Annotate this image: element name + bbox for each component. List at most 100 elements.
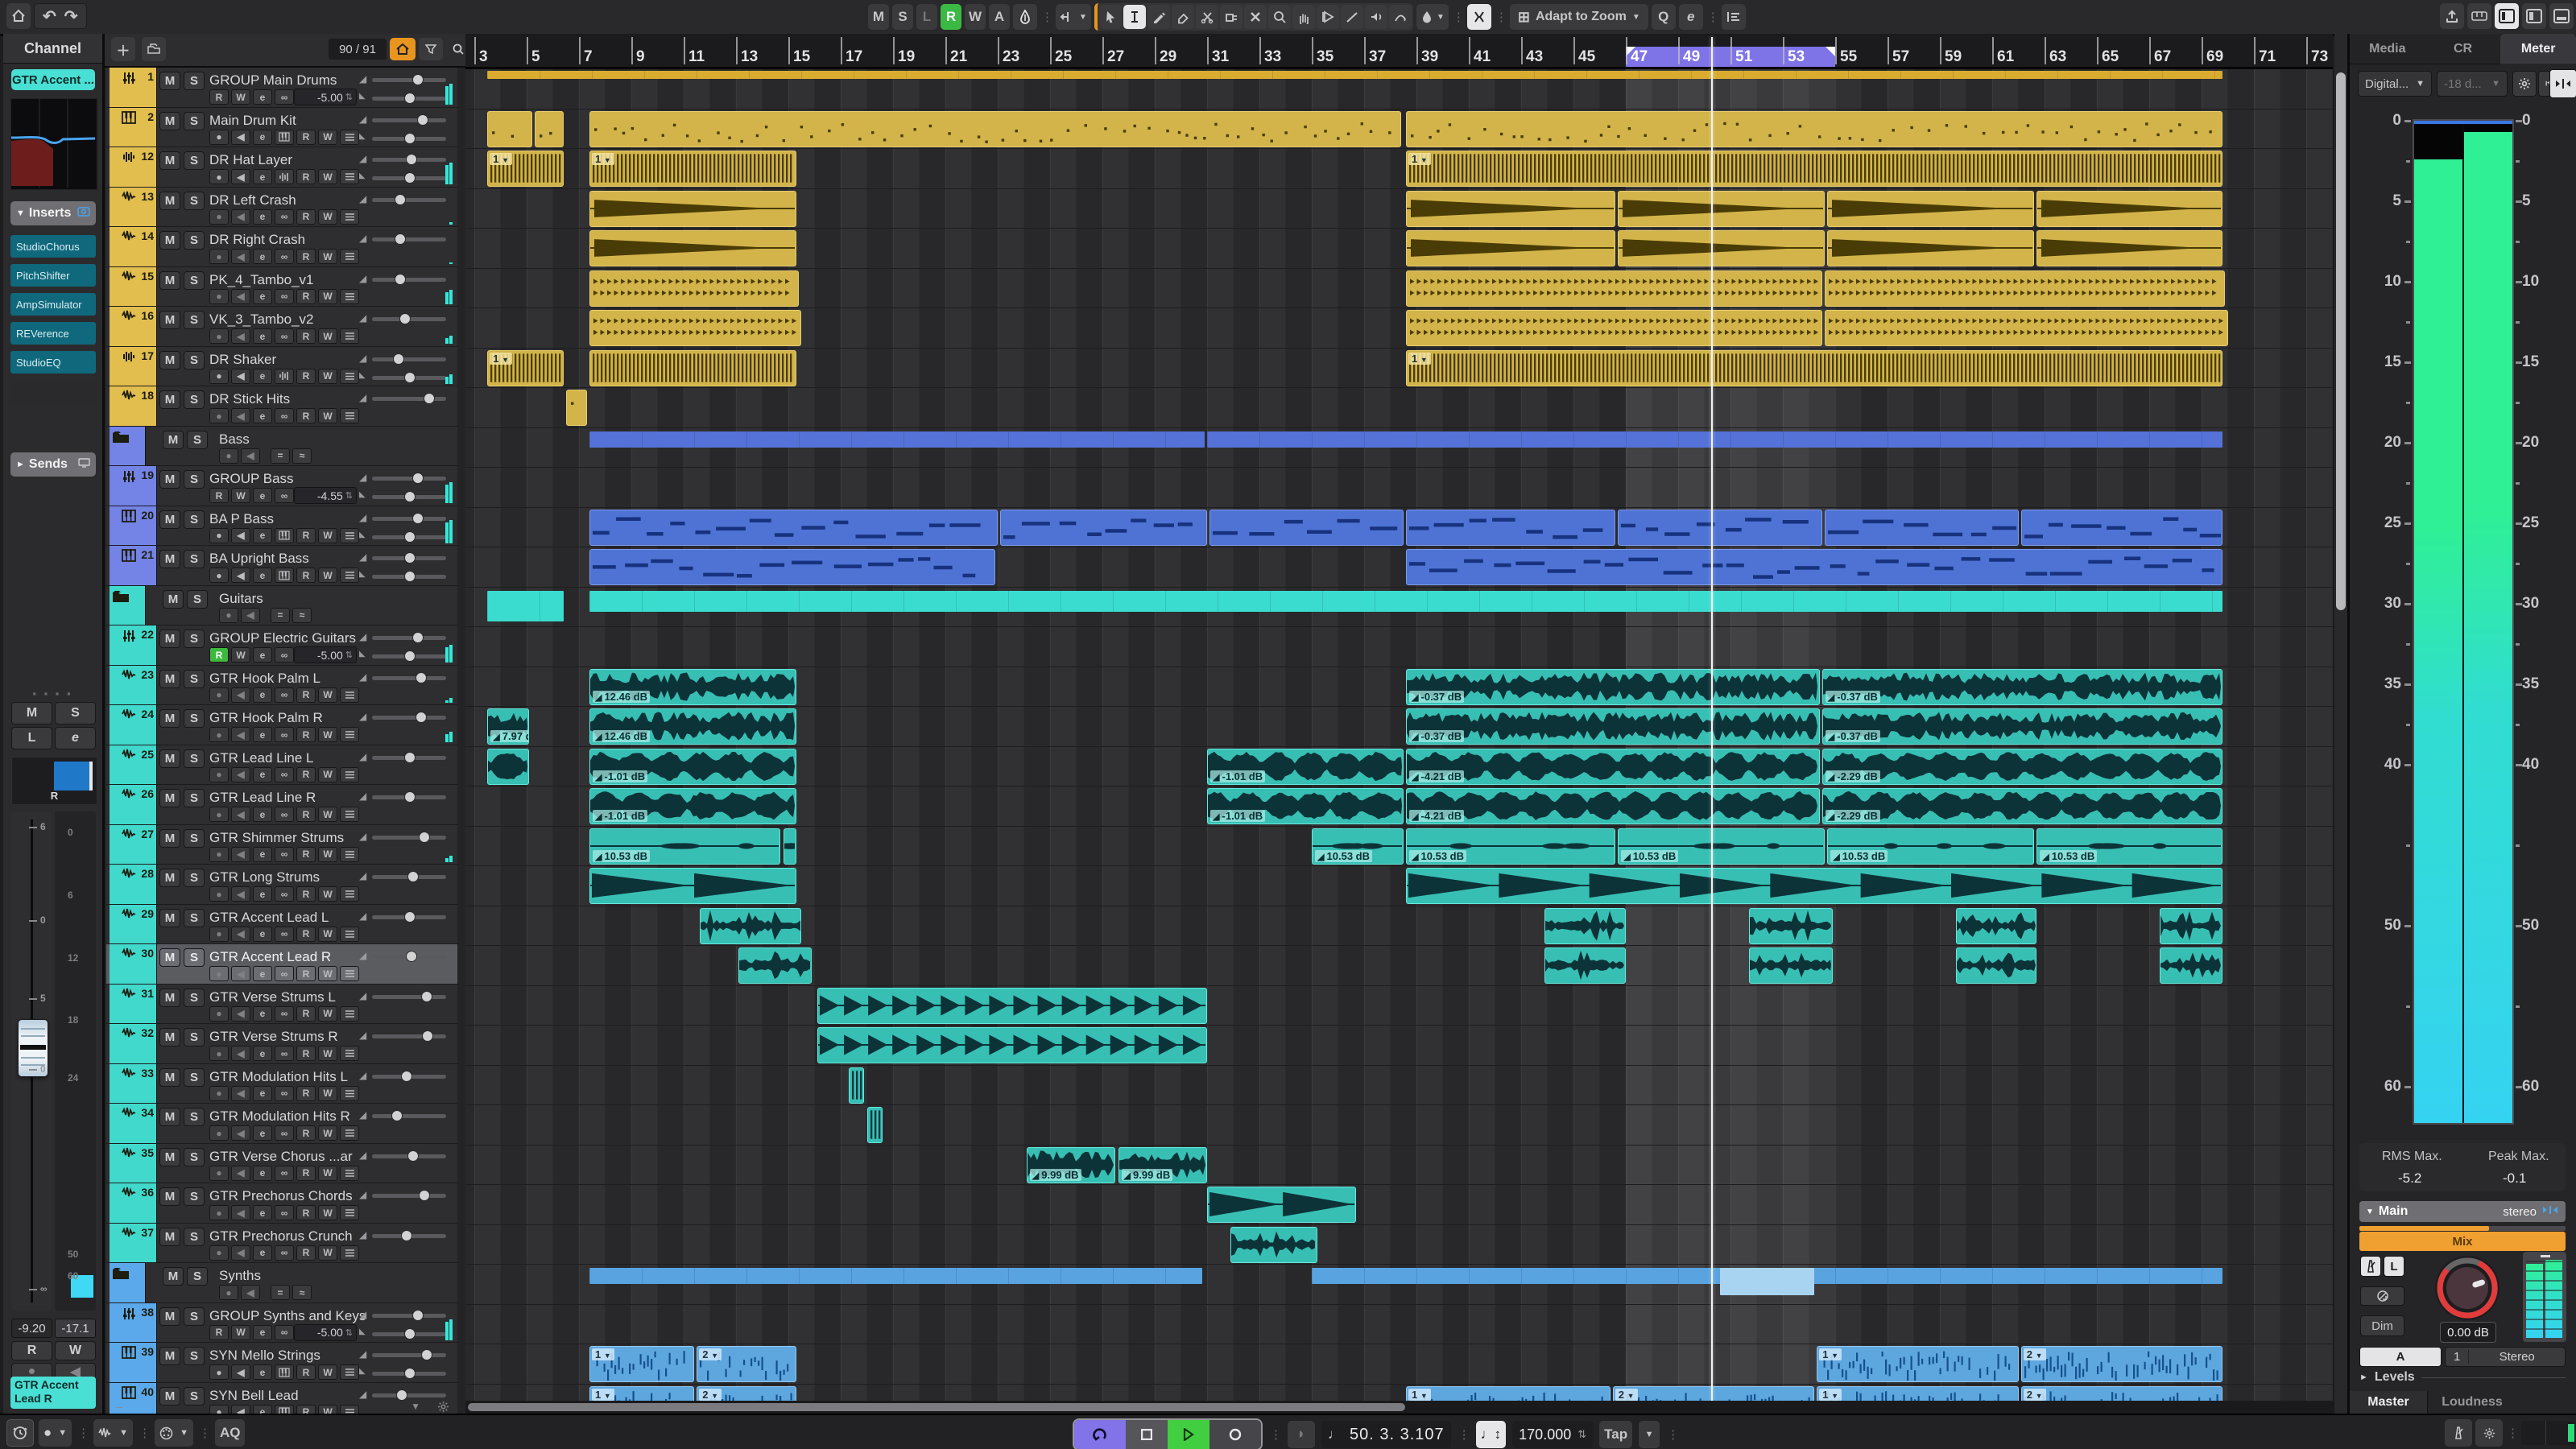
summary-part[interactable] [589,431,1205,448]
monitor-source-mix-button[interactable]: Mix [2359,1232,2566,1251]
track-row-folder-synths[interactable]: MSSynths●◀︎=≈ [106,1263,457,1303]
read-automation-button[interactable]: R [11,1341,52,1360]
output-gain-value[interactable]: -5.00⇅ [294,646,357,663]
write-automation-button[interactable]: W [318,328,337,344]
write-automation-button[interactable]: W [318,528,337,543]
record-button[interactable] [1209,1420,1261,1449]
lanes-button[interactable] [340,886,359,902]
left-zone-toggle[interactable] [2495,3,2519,29]
monitor-button[interactable]: ◀︎ [231,687,250,703]
summary-part[interactable] [487,71,2222,79]
audio-event[interactable]: 10.53 dB [1618,828,1825,865]
edit-channel-button[interactable]: e [253,1046,272,1061]
volume-slider[interactable]: ◢ [372,477,446,481]
volume-slider[interactable]: ◢ [372,1314,446,1318]
read-automation-button[interactable]: R [296,886,316,902]
insert-slot-1[interactable]: StudioChorus [10,235,96,258]
home-button[interactable] [6,3,31,29]
monitor-button[interactable]: ◀︎ [231,568,250,583]
channel-track-label[interactable]: GTR Accent Lead R [10,1377,96,1409]
find-track-icon[interactable] [446,38,465,60]
auto-scroll-button[interactable] [1013,4,1037,30]
stereo-icon[interactable]: ∞ [275,687,294,703]
monitor-button[interactable]: ◀︎ [231,408,250,423]
write-automation-button[interactable]: W [55,1341,96,1360]
write-automation-button[interactable]: W [318,1364,337,1380]
record-enable-button[interactable]: ● [209,169,229,184]
lanes-button[interactable] [340,209,359,225]
pan-slider[interactable]: ◣ [372,654,446,658]
zoom-tool[interactable] [1268,5,1291,29]
pan-slider[interactable]: ◣ [372,1332,446,1336]
volume-slider[interactable]: ◢ [372,795,446,799]
filter-track-types-icon[interactable] [419,38,443,60]
write-automation-button[interactable]: W [318,169,337,184]
play-tool[interactable] [1317,5,1339,29]
tempo-track-button[interactable]: ♩↕ [1476,1421,1507,1448]
monitor-button[interactable]: ◀︎ [231,886,250,902]
quantize-edit-button[interactable]: e [1679,4,1703,30]
mute-button[interactable]: M [159,989,180,1007]
lanes-button[interactable] [340,1245,359,1261]
group-editing-button[interactable]: = [271,608,290,623]
take-badge[interactable]: 2 ▼ [1615,1389,1638,1401]
record-enable-button[interactable]: ● [219,608,238,623]
color-tool-dropdown[interactable]: ▼ [1416,4,1449,30]
volume-slider[interactable]: ◢ [372,1353,446,1357]
lanes-button[interactable] [340,727,359,742]
take-badge[interactable]: 1 ▼ [592,1389,614,1401]
write-automation-button[interactable]: W [318,927,337,942]
mute-button[interactable]: M [159,909,180,927]
solo-button[interactable]: S [184,749,205,768]
record-enable-button[interactable]: ● [209,966,229,981]
audio-event[interactable] [1230,1227,1317,1263]
track-row-25[interactable]: 25MSGTR Lead Line L●◀︎e∞RW◢ [106,745,457,786]
solo-button[interactable]: S [184,1068,205,1087]
time-display[interactable]: ♩ 50. 3. 3.107 [1321,1421,1451,1448]
volume-slider[interactable]: ◢ [372,1194,446,1198]
record-enable-button[interactable]: ● [209,1006,229,1022]
write-automation-button[interactable]: W [318,289,337,304]
stereo-icon[interactable]: ∞ [275,328,294,344]
edit-channel-button[interactable]: e [253,89,272,105]
solo-button[interactable]: S [184,1187,205,1206]
mute-button[interactable]: M [159,1108,180,1126]
stereo-icon[interactable]: ∞ [275,1006,294,1022]
edit-channel-button[interactable]: e [253,807,272,822]
track-row-23[interactable]: 23MSGTR Hook Palm L●◀︎e∞RW◢ [106,666,457,706]
write-automation-button[interactable]: W [318,1205,337,1220]
tab-meter[interactable]: Meter [2500,34,2576,64]
audio-event[interactable]: -1.01 dB [1207,749,1404,785]
take-badge[interactable]: 2 ▼ [2024,1389,2046,1401]
write-automation-button[interactable]: W [318,568,337,583]
control-room-level-knob[interactable] [2433,1254,2501,1322]
midi-part[interactable] [1825,510,2019,546]
automation-w-button[interactable]: W [965,4,986,30]
audio-event[interactable] [784,828,796,865]
midi-part[interactable]: 2 ▼ [1613,1386,1814,1402]
track-row-22[interactable]: 22MSGROUP Electric GuitarsRWe∞-5.00⇅◢◣ [106,625,457,666]
output-gain-value[interactable]: -5.00⇅ [294,1324,357,1341]
tempo-display[interactable]: 170.000 ⇅ [1512,1421,1593,1448]
record-enable-button[interactable]: ● [209,1125,229,1141]
record-enable-button[interactable]: ● [209,727,229,742]
audio-event[interactable]: -4.21 dB [1406,749,1820,785]
volume-slider[interactable]: ◢ [372,636,446,640]
line-tool[interactable] [1341,5,1363,29]
solo-button[interactable]: S [184,1347,205,1365]
audio-event[interactable]: -0.37 dB [1822,708,2222,745]
take-badge[interactable]: 1 ▼ [592,153,614,165]
timeline-ruler[interactable]: 3579111315171921232527293133353739414345… [465,34,2333,69]
audio-event[interactable]: -4.21 dB [1406,788,1820,824]
read-automation-button[interactable]: R [296,130,316,145]
write-automation-button[interactable]: W [318,727,337,742]
stereo-combined-button[interactable]: ∞ [275,1325,294,1340]
mute-button[interactable]: M [159,670,180,688]
audio-event[interactable]: 10.53 dB [2036,828,2222,865]
audio-event[interactable]: 1 ▼ [1406,350,2222,386]
volume-slider[interactable]: ◢ [372,237,446,242]
read-automation-button[interactable]: R [296,1125,316,1141]
solo-button[interactable]: S [184,192,205,210]
stereo-icon[interactable]: ∞ [275,1166,294,1181]
take-badge[interactable]: 1 ▼ [592,1348,614,1360]
